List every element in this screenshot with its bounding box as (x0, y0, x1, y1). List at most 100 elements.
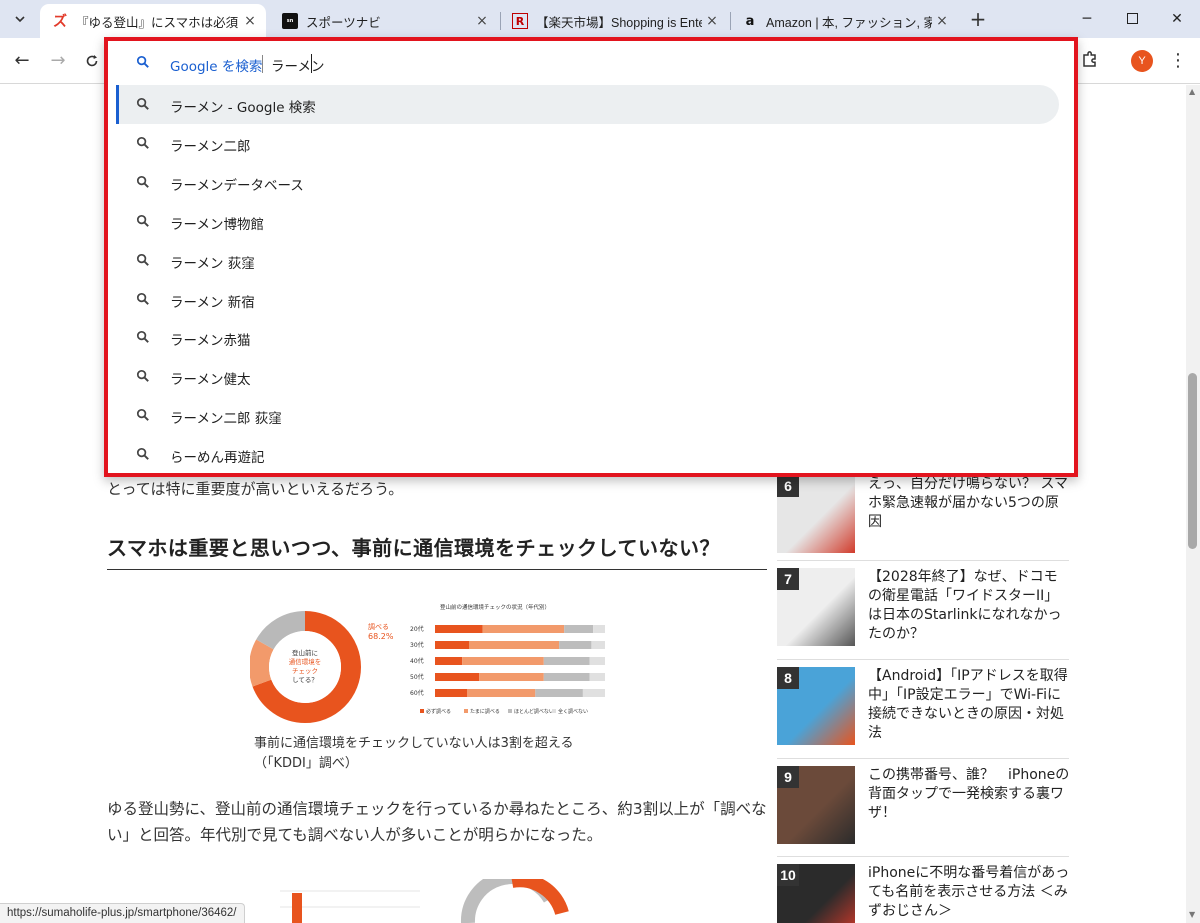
donut-center-line2: 通信環境を (289, 657, 322, 666)
ranking-divider (777, 659, 1069, 660)
suggestion-item[interactable]: ラーメン 新宿 (116, 280, 1059, 319)
maximize-icon (1126, 13, 1138, 24)
tab-active[interactable]: ズ 『ゆる登山』にスマホは必須！でも3割 × (40, 4, 266, 38)
ranking-item[interactable]: 9 この携帯番号、誰？ iPhoneの背面タップで一発検索する裏ワザ！ (777, 766, 1069, 846)
ranking-title-link[interactable]: 【Android】「IPアドレスを取得中」「IP設定エラー」でWi-Fiに接続で… (868, 667, 1070, 743)
search-icon (136, 369, 150, 383)
reload-button[interactable] (80, 49, 104, 73)
minimize-button[interactable]: ─ (1072, 6, 1102, 32)
suggestion-text: らーめん再遊記 (170, 450, 265, 467)
bar-segment (435, 657, 463, 665)
tab-rakuten[interactable]: R 【楽天市場】Shopping is Entertai × (500, 4, 728, 38)
suggestion-item[interactable]: ラーメン赤猫 (116, 318, 1059, 357)
ranking-item[interactable]: 10 iPhoneに不明な番号着信があっても名前を表示させる方法 ＜みずおじさん＞ (777, 864, 1069, 923)
suggestion-text: ラーメン二郎 荻窪 (170, 411, 282, 428)
legend-swatch (420, 709, 424, 713)
search-engine-label: Google を検索 (170, 59, 263, 75)
ranking-thumbnail[interactable]: 9 (777, 766, 855, 844)
suggestion-text: ラーメン - Google 検索 (170, 100, 316, 116)
suggestion-item[interactable]: ラーメン博物館 (116, 202, 1059, 241)
suggestion-item[interactable]: ラーメン健太 (116, 357, 1059, 396)
legend-label: 全く調べない (558, 708, 588, 715)
omnibox-query[interactable]: ラーメン (271, 55, 324, 75)
tab-sportsnavi[interactable]: sn スポーツナビ × (270, 4, 498, 38)
ranking-thumbnail[interactable]: 7 (777, 568, 855, 646)
ranking-title-link[interactable]: iPhoneに不明な番号着信があっても名前を表示させる方法 ＜みずおじさん＞ (868, 864, 1070, 921)
ranking-item[interactable]: 8 【Android】「IPアドレスを取得中」「IP設定エラー」でWi-Fiに接続… (777, 667, 1069, 747)
heading-rule (107, 569, 767, 570)
close-tab-icon[interactable]: × (472, 13, 492, 29)
scroll-down-arrow-icon[interactable]: ▼ (1189, 910, 1195, 919)
bar-segment (591, 641, 605, 649)
maximize-button[interactable] (1117, 6, 1147, 32)
browser-menu-icon[interactable]: ⋮ (1168, 49, 1188, 73)
search-icon (136, 136, 150, 150)
ranking-thumbnail[interactable]: 8 (777, 667, 855, 745)
tab-amazon[interactable]: a Amazon | 本, ファッション, 家電から × (730, 4, 958, 38)
reload-icon (86, 55, 98, 67)
new-tab-button[interactable]: + (966, 8, 990, 32)
bar-segment (469, 641, 560, 649)
age-label: 60代 (410, 689, 424, 697)
donut-callout: 調べる (368, 622, 389, 631)
bar-segment (564, 625, 594, 633)
tab-title: Amazon | 本, ファッション, 家電から (766, 15, 932, 30)
suggestion-text: ラーメン健太 (170, 372, 251, 389)
suggestion-item[interactable]: ラーメン - Google 検索 (116, 85, 1059, 124)
suggestion-text: ラーメンデータベース (170, 177, 304, 194)
scrollbar-thumb[interactable] (1188, 373, 1197, 549)
age-label: 30代 (410, 641, 424, 649)
bar-segment (467, 689, 536, 697)
bar-segment (535, 689, 583, 697)
suggestion-item[interactable]: ラーメン二郎 荻窪 (116, 396, 1059, 435)
scroll-up-arrow-icon[interactable]: ▲ (1189, 87, 1195, 96)
profile-avatar[interactable]: Y (1131, 50, 1153, 72)
close-tab-icon[interactable]: × (932, 13, 952, 29)
ranking-title-link[interactable]: 【2028年終了】なぜ、ドコモの衛星電話「ワイドスターII」は日本のStarli… (868, 568, 1070, 644)
suggestion-item[interactable]: らーめん再遊記 (116, 435, 1059, 474)
text-caret (311, 54, 312, 73)
bar-segment (435, 673, 480, 681)
suggestion-item[interactable]: ラーメン二郎 (116, 124, 1059, 163)
legend-swatch (552, 709, 556, 713)
bar-segment (589, 673, 605, 681)
suggestion-text: ラーメン 新宿 (170, 294, 255, 311)
ranking-number: 7 (777, 568, 799, 590)
close-tab-icon[interactable]: × (240, 13, 260, 29)
search-icon (136, 214, 150, 228)
chevron-down-icon (15, 16, 25, 23)
stacked-bars: 20代 30代 40代 50代 60代 (410, 625, 605, 697)
legend-label: ほとんど調べない (514, 708, 554, 715)
next-figure-image (280, 879, 569, 923)
close-tab-icon[interactable]: × (702, 13, 722, 29)
bar-segment (543, 657, 590, 665)
bar-segment (589, 657, 605, 665)
donut-center-line3: チェック (292, 667, 318, 675)
ranking-title-link[interactable]: この携帯番号、誰？ iPhoneの背面タップで一発検索する裏ワザ！ (868, 766, 1070, 823)
caption-line-2: （「KDDI」調べ） (254, 756, 358, 771)
ranking-number: 6 (777, 475, 799, 497)
suggestion-item[interactable]: ラーメンデータベース (116, 163, 1059, 202)
tab-search-button[interactable] (6, 6, 34, 32)
ranking-item[interactable]: 7 【2028年終了】なぜ、ドコモの衛星電話「ワイドスターII」は日本のStarl… (777, 568, 1069, 648)
section-heading: スマホは重要と思いつつ、事前に通信環境をチェックしていない？ (107, 536, 720, 560)
ranking-item[interactable]: 6 えっ、自分だけ鳴らない？ スマホ緊急速報が届かない5つの原因 (777, 475, 1069, 555)
back-button[interactable]: ← (10, 49, 34, 73)
address-bar[interactable]: Google を検索 ラーメン (108, 41, 1074, 85)
figure-caption: 事前に通信環境をチェックしていない人は3割を超える （「KDDI」調べ） (254, 734, 574, 774)
site-favicon-icon: ズ (53, 14, 67, 30)
suggestion-item[interactable]: ラーメン 荻窪 (116, 241, 1059, 280)
suggestion-text: ラーメン赤猫 (170, 333, 251, 350)
extensions-puzzle-icon[interactable] (1080, 49, 1102, 71)
search-icon (136, 253, 150, 267)
ranking-thumbnail[interactable]: 6 (777, 475, 855, 553)
caption-line-1: 事前に通信環境をチェックしていない人は3割を超える (254, 736, 574, 751)
close-window-button[interactable]: ✕ (1162, 6, 1192, 32)
ranking-thumbnail[interactable]: 10 (777, 864, 855, 923)
forward-button[interactable]: → (46, 49, 70, 73)
ranking-title-link[interactable]: えっ、自分だけ鳴らない？ スマホ緊急速報が届かない5つの原因 (868, 475, 1070, 532)
survey-figure-image: 登山前に 通信環境を チェック してる？ 調べる 68.2% 登山前の通信環境チ… (250, 603, 605, 723)
bar-legend: 必ず調べる たまに調べる ほとんど調べない 全く調べない (420, 708, 588, 715)
bar-segment (435, 689, 468, 697)
omnibox-dropdown: Google を検索 ラーメン ラーメン - Google 検索 ラーメン二郎 ラー… (104, 37, 1078, 477)
